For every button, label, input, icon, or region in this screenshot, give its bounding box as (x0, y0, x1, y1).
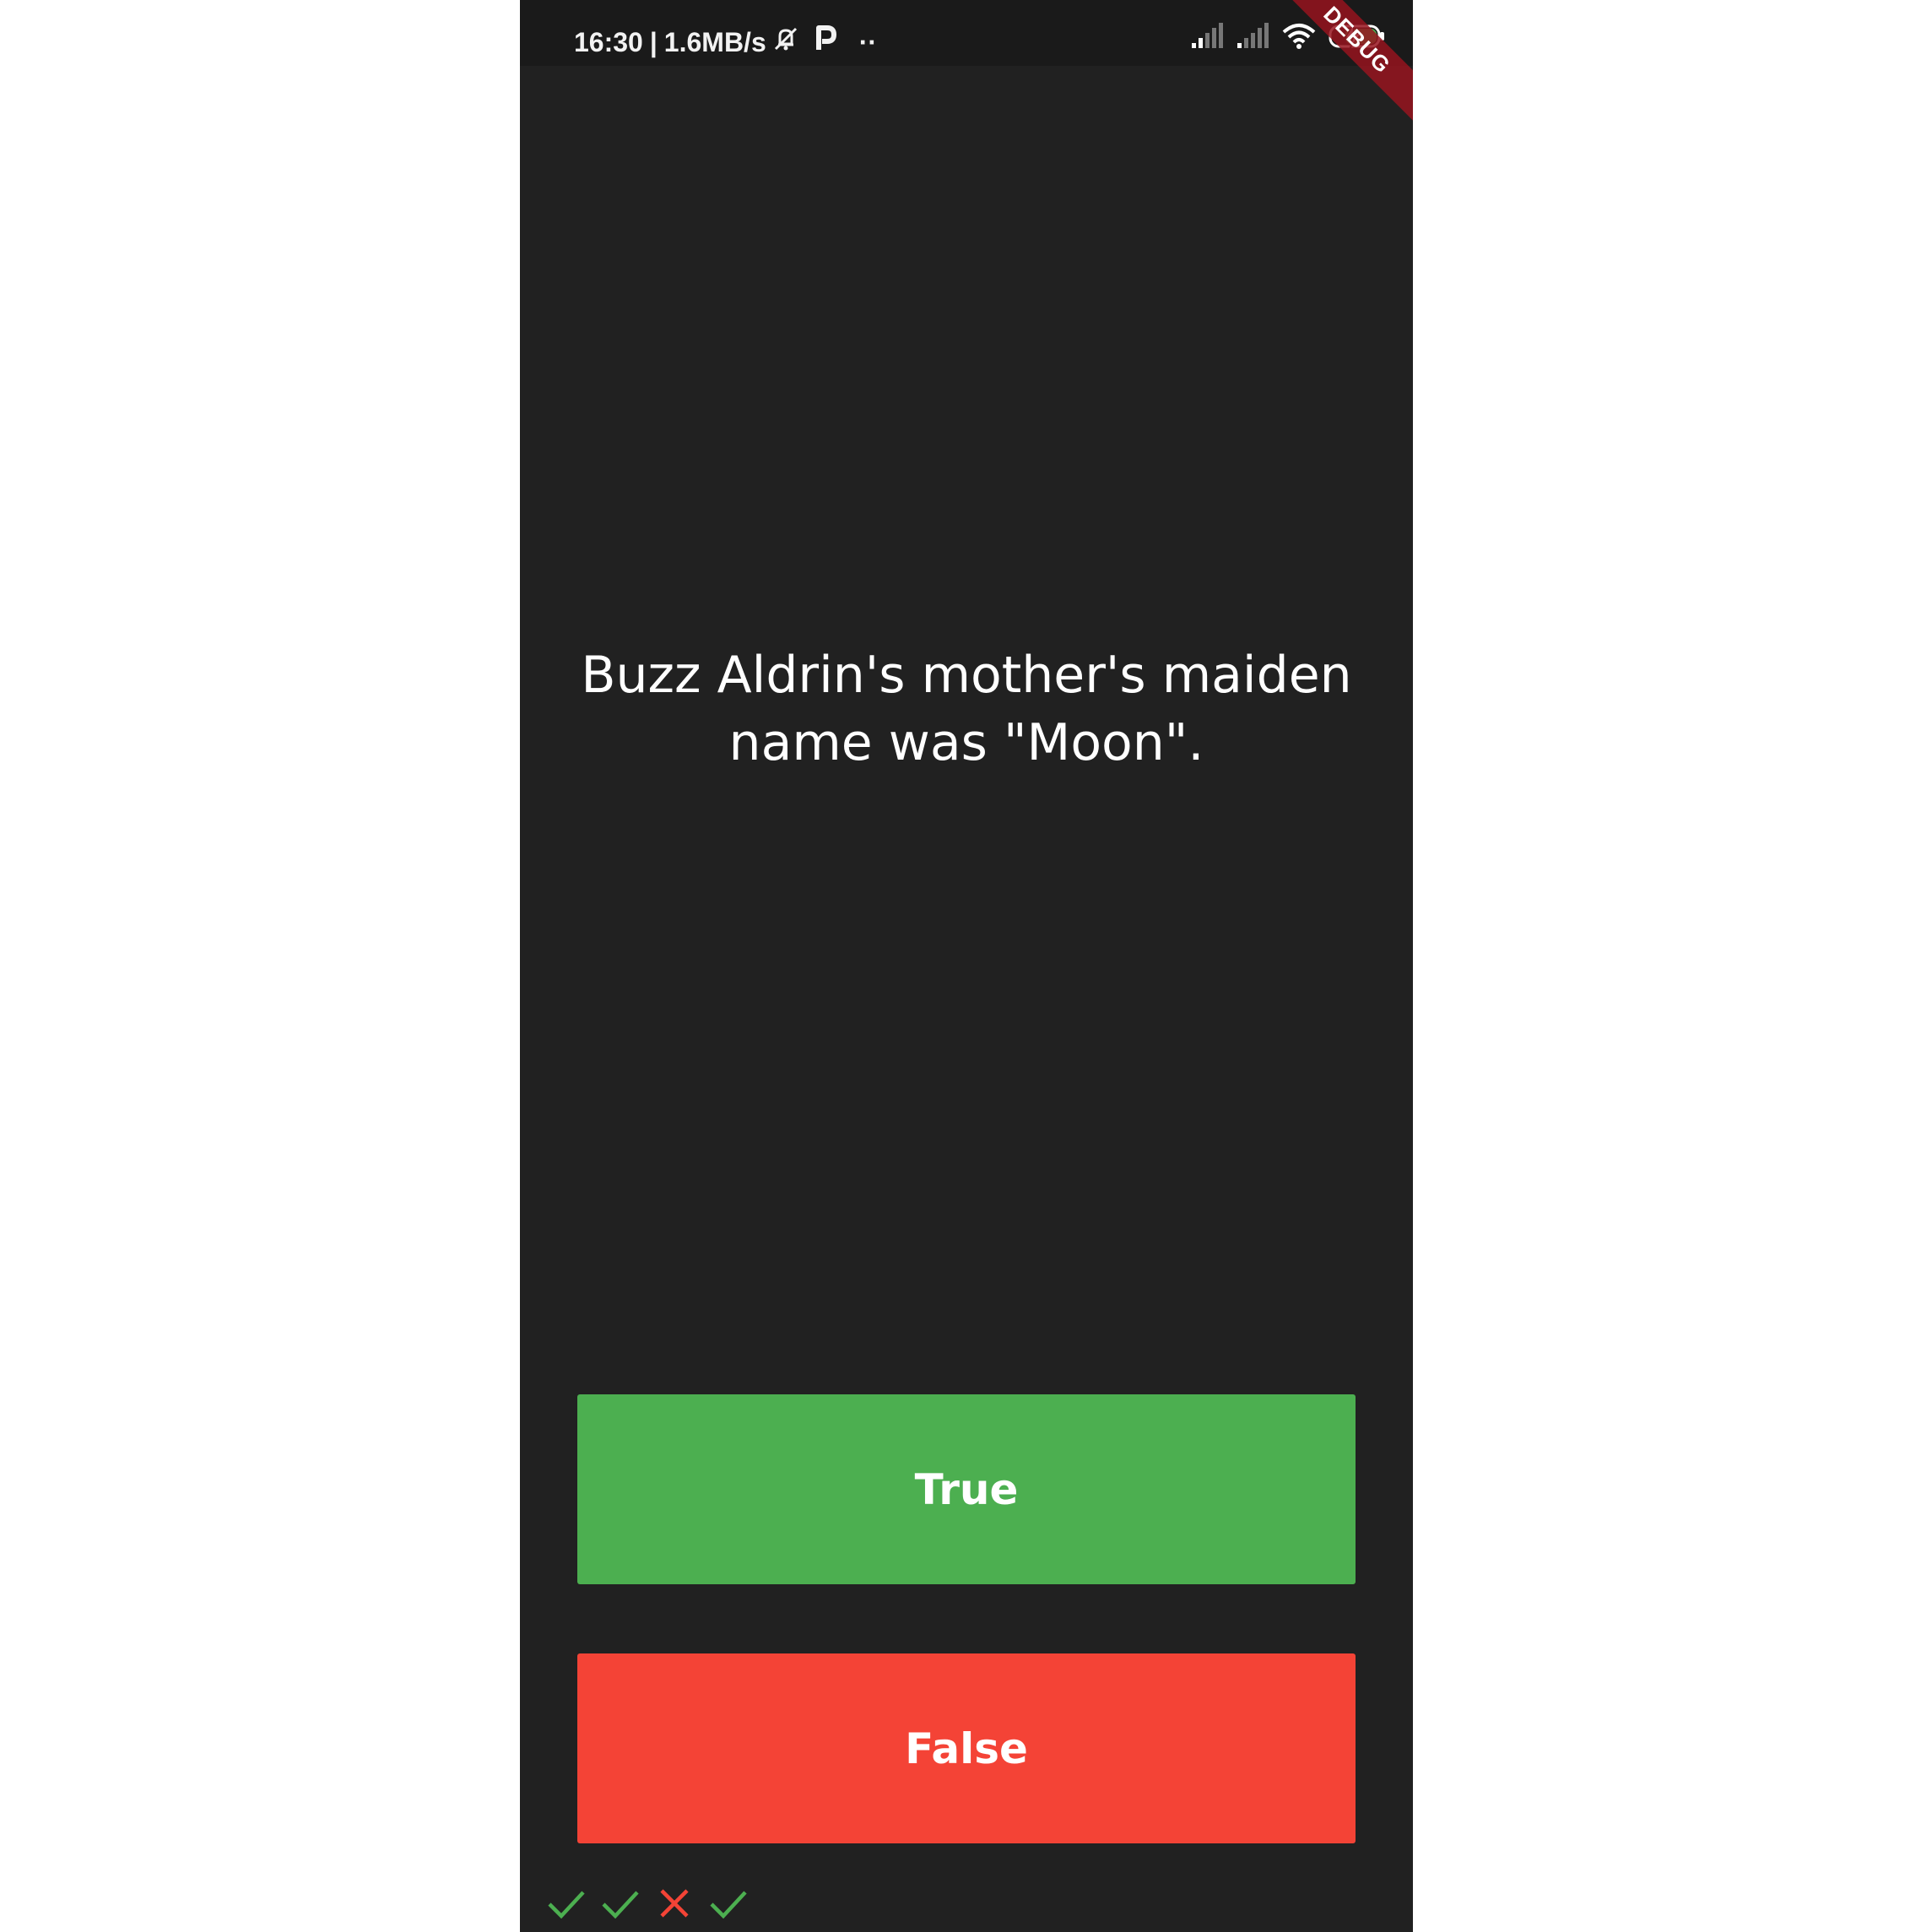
cell-signal-icon (1190, 23, 1224, 54)
clock: 16:30 (574, 26, 643, 57)
app-screen: 16:30 | 1.6MB/s ·· DEBUG Buzz Aldrin's m… (520, 0, 1413, 1932)
p-app-icon (814, 24, 837, 59)
close-icon (660, 1889, 689, 1918)
check-icon (602, 1891, 639, 1919)
status-bar: 16:30 | 1.6MB/s ·· DEBUG (520, 0, 1413, 130)
check-icon (710, 1891, 747, 1919)
network-speed: 1.6MB/s (663, 26, 766, 57)
question-text: Buzz Aldrin's mother's maiden name was "… (581, 646, 1352, 772)
status-separator: | (649, 26, 658, 57)
more-dots-icon: ·· (858, 26, 878, 57)
cell-signal-icon (1236, 23, 1269, 54)
true-button[interactable]: True (577, 1394, 1356, 1584)
wifi-icon (1281, 22, 1317, 55)
mute-bell-icon (771, 24, 800, 60)
score-keeper (547, 1884, 748, 1923)
false-button[interactable]: False (577, 1653, 1356, 1843)
debug-banner: DEBUG (1267, 0, 1413, 130)
check-icon (548, 1891, 585, 1919)
status-left: 16:30 | 1.6MB/s ·· (574, 24, 877, 60)
